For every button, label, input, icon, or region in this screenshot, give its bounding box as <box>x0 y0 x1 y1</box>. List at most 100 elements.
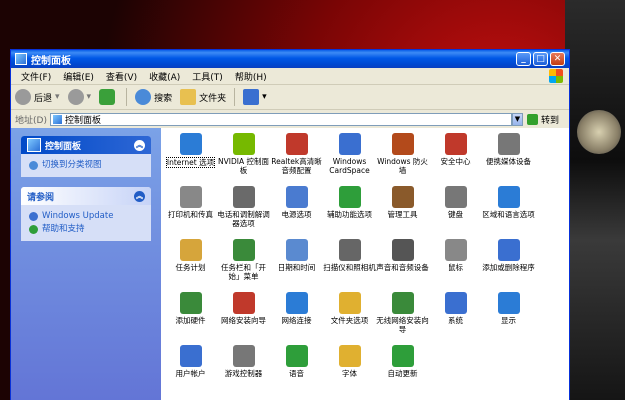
link-label: 切换到分类视图 <box>42 160 102 170</box>
applet-label: 声音和音频设备 <box>376 263 429 272</box>
applet-item[interactable]: 管理工具 <box>376 186 429 239</box>
applet-item[interactable]: 添加硬件 <box>164 292 217 345</box>
menu-bar: 文件(F) 编辑(E) 查看(V) 收藏(A) 工具(T) 帮助(H) <box>11 68 569 85</box>
window-title: 控制面板 <box>31 55 71 67</box>
folders-button[interactable]: 文件夹 <box>180 89 226 105</box>
network-icon <box>285 292 308 314</box>
applet-item[interactable]: 系统 <box>429 292 482 345</box>
applet-item[interactable]: 区域和语言选项 <box>482 186 535 239</box>
maximize-button[interactable]: □ <box>533 52 548 66</box>
see-also-panel: 请参阅 ︽ Windows Update 帮助和支持 <box>21 187 151 241</box>
applet-item[interactable]: Internet 选项 <box>164 133 217 186</box>
applet-item[interactable]: NVIDIA 控制面板 <box>217 133 270 186</box>
applet-item[interactable]: 电源选项 <box>270 186 323 239</box>
address-value: 控制面板 <box>64 115 101 126</box>
applet-item[interactable]: 任务栏和「开始」菜单 <box>217 239 270 292</box>
applet-item[interactable]: Windows 防火墙 <box>376 133 429 186</box>
panel-header[interactable]: 控制面板 ︽ <box>21 136 151 154</box>
applet-label: NVIDIA 控制面板 <box>218 157 269 175</box>
user-accounts-icon <box>179 345 202 367</box>
collapse-icon[interactable]: ︽ <box>134 139 145 151</box>
firewall-icon <box>391 133 414 155</box>
applet-item[interactable]: 显示 <box>482 292 535 345</box>
minimize-button[interactable]: _ <box>516 52 531 66</box>
add-hardware-icon <box>179 292 202 314</box>
forward-button[interactable]: ▾ <box>67 89 91 105</box>
address-dropdown[interactable]: ▼ <box>511 112 523 126</box>
applet-item[interactable]: 自动更新 <box>376 345 429 398</box>
applet-item[interactable]: 用户帐户 <box>164 345 217 398</box>
panel-title: 控制面板 <box>45 141 82 152</box>
menu-view[interactable]: 查看(V) <box>100 70 143 83</box>
address-input[interactable]: 控制面板 <box>49 112 512 126</box>
applet-item[interactable]: 安全中心 <box>429 133 482 186</box>
add-remove-icon <box>497 239 520 261</box>
applet-item[interactable]: 网络连接 <box>270 292 323 345</box>
applet-item[interactable]: 语音 <box>270 345 323 398</box>
help-support-link[interactable]: 帮助和支持 <box>29 223 143 236</box>
applet-label: 字体 <box>342 369 357 378</box>
applet-label: 打印机和传真 <box>168 210 213 219</box>
applet-label: 自动更新 <box>387 369 418 378</box>
panel-header[interactable]: 请参阅 ︽ <box>21 187 151 205</box>
views-button[interactable]: ▾ <box>243 89 267 105</box>
switch-category-view-link[interactable]: 切换到分类视图 <box>29 159 143 172</box>
content-area: 控制面板 ︽ 切换到分类视图 请参阅 ︽ Windows Update 帮助和支… <box>11 128 569 400</box>
control-panel-icon <box>52 114 62 124</box>
applet-item[interactable]: 声音和音频设备 <box>376 239 429 292</box>
control-panel-panel: 控制面板 ︽ 切换到分类视图 <box>21 136 151 177</box>
back-button[interactable]: 后退 ▾ <box>15 89 60 105</box>
applet-item[interactable]: 打印机和传真 <box>164 186 217 239</box>
link-label: 帮助和支持 <box>42 224 85 234</box>
control-panel-window: 控制面板 _ □ ✕ 文件(F) 编辑(E) 查看(V) 收藏(A) 工具(T)… <box>10 49 570 400</box>
applet-label: 文件夹选项 <box>330 316 369 325</box>
menu-tools[interactable]: 工具(T) <box>186 70 229 83</box>
go-button[interactable]: 转到 <box>526 113 559 126</box>
applet-item[interactable]: 日期和时间 <box>270 239 323 292</box>
applet-item[interactable]: 任务计划 <box>164 239 217 292</box>
menu-help[interactable]: 帮助(H) <box>229 70 273 83</box>
menu-edit[interactable]: 编辑(E) <box>57 70 100 83</box>
applet-label: 电话和调制解调器选项 <box>217 210 270 228</box>
applet-item[interactable]: 电话和调制解调器选项 <box>217 186 270 239</box>
applet-label: 语音 <box>289 369 304 378</box>
control-panel-icon <box>27 138 41 152</box>
applet-label: 添加或删除程序 <box>482 263 535 272</box>
applet-item[interactable]: 文件夹选项 <box>323 292 376 345</box>
applet-label: 扫描仪和照相机 <box>323 263 376 272</box>
applet-item[interactable]: Windows CardSpace <box>323 133 376 186</box>
display-icon <box>497 292 520 314</box>
applet-item[interactable]: 网络安装向导 <box>217 292 270 345</box>
applet-item[interactable]: 键盘 <box>429 186 482 239</box>
search-button[interactable]: 搜索 <box>135 89 172 105</box>
title-bar[interactable]: 控制面板 _ □ ✕ <box>11 50 569 68</box>
applet-label: 键盘 <box>448 210 463 219</box>
menu-file[interactable]: 文件(F) <box>15 70 57 83</box>
collapse-icon[interactable]: ︽ <box>134 190 145 202</box>
applet-item[interactable]: 鼠标 <box>429 239 482 292</box>
applet-item[interactable]: 游戏控制器 <box>217 345 270 398</box>
menu-favorites[interactable]: 收藏(A) <box>143 70 186 83</box>
applet-item[interactable]: 扫描仪和照相机 <box>323 239 376 292</box>
applet-item[interactable]: Realtek高清晰音频配置 <box>270 133 323 186</box>
clock-icon <box>285 239 308 261</box>
back-label: 后退 <box>34 93 53 104</box>
address-label: 地址(D) <box>15 115 47 126</box>
applet-label: 安全中心 <box>440 157 471 166</box>
applet-item[interactable]: 便携媒体设备 <box>482 133 535 186</box>
close-button[interactable]: ✕ <box>550 52 565 66</box>
applet-label: 系统 <box>448 316 463 325</box>
applet-item[interactable]: 辅助功能选项 <box>323 186 376 239</box>
applet-item[interactable]: 无线网络安装向导 <box>376 292 429 345</box>
nvidia-icon <box>232 133 255 155</box>
scheduled-tasks-icon <box>179 239 202 261</box>
windows-update-link[interactable]: Windows Update <box>29 210 143 223</box>
applet-item[interactable]: 添加或删除程序 <box>482 239 535 292</box>
globe-icon <box>179 133 202 155</box>
applet-label: 鼠标 <box>448 263 463 272</box>
applet-item[interactable]: 字体 <box>323 345 376 398</box>
back-arrow-icon <box>15 89 31 105</box>
up-folder-button[interactable] <box>99 89 118 105</box>
applet-label: Realtek高清晰音频配置 <box>271 157 322 175</box>
icon-view: Internet 选项 NVIDIA 控制面板 Realtek高清晰音频配置 Wind… <box>161 128 569 400</box>
